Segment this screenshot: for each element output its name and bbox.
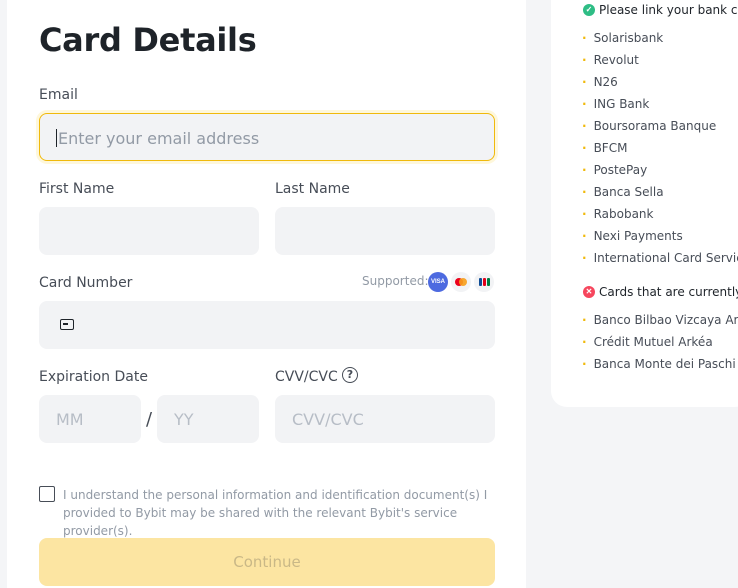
bank-list-item: PostePay xyxy=(582,163,648,177)
bank-list-item: BFCM xyxy=(582,141,628,155)
last-name-input[interactable] xyxy=(275,207,495,255)
email-input[interactable]: Enter your email address xyxy=(39,113,495,161)
page-title: Card Details xyxy=(39,21,257,59)
check-circle-icon: ✓ xyxy=(583,4,595,16)
expiration-date-label: Expiration Date xyxy=(39,369,148,385)
email-placeholder: Enter your email address xyxy=(58,129,260,148)
bank-list-item: Banca Sella xyxy=(582,185,664,199)
bank-list-item: Nexi Payments xyxy=(582,229,683,243)
supported-banks-heading: Please link your bank card xyxy=(599,3,738,17)
bank-list-item: Revolut xyxy=(582,53,639,67)
unsupported-banks-heading: Cards that are currently not supported xyxy=(599,285,738,299)
card-number-label: Card Number xyxy=(39,275,133,291)
cvv-label: CVV/CVC xyxy=(275,369,338,385)
consent-text: I understand the personal information an… xyxy=(63,488,488,538)
mastercard-icon xyxy=(451,272,471,292)
last-name-label: Last Name xyxy=(275,181,350,197)
supported-cards-label: Supported: xyxy=(362,274,429,288)
consent-checkbox[interactable] xyxy=(39,486,55,502)
help-icon[interactable]: ? xyxy=(342,367,358,383)
expiration-year-input[interactable]: YY xyxy=(157,395,259,443)
year-placeholder: YY xyxy=(174,410,194,429)
cvv-input[interactable]: CVV/CVC xyxy=(275,395,495,443)
bank-list-item: Solarisbank xyxy=(582,31,664,45)
unsupported-bank-item: Banca Monte dei Paschi di Siena xyxy=(582,357,738,371)
first-name-input[interactable] xyxy=(39,207,259,255)
expiration-month-input[interactable]: MM xyxy=(39,395,141,443)
jcb-icon xyxy=(474,272,494,292)
text-caret xyxy=(56,129,57,147)
bank-list-item: International Card Services xyxy=(582,251,738,265)
error-circle-icon: ✕ xyxy=(583,286,595,298)
credit-card-icon xyxy=(60,319,74,330)
unsupported-bank-item: Banco Bilbao Vizcaya Argentaria xyxy=(582,313,738,327)
card-details-form: Card Details Email Enter your email addr… xyxy=(7,0,526,588)
card-number-input[interactable] xyxy=(39,301,495,349)
cvv-placeholder: CVV/CVC xyxy=(292,410,364,429)
first-name-label: First Name xyxy=(39,181,115,197)
bank-support-panel: ✓ Please link your bank card Solarisbank… xyxy=(551,0,738,407)
visa-icon: VISA xyxy=(428,272,448,292)
bank-list-item: Rabobank xyxy=(582,207,654,221)
continue-button[interactable]: Continue xyxy=(39,538,495,586)
unsupported-bank-item: Crédit Mutuel Arkéa xyxy=(582,335,713,349)
bank-list-item: ING Bank xyxy=(582,97,650,111)
email-label: Email xyxy=(39,87,78,103)
date-separator: / xyxy=(146,409,153,430)
bank-list-item: N26 xyxy=(582,75,618,89)
bank-list-item: Boursorama Banque xyxy=(582,119,717,133)
month-placeholder: MM xyxy=(56,410,84,429)
